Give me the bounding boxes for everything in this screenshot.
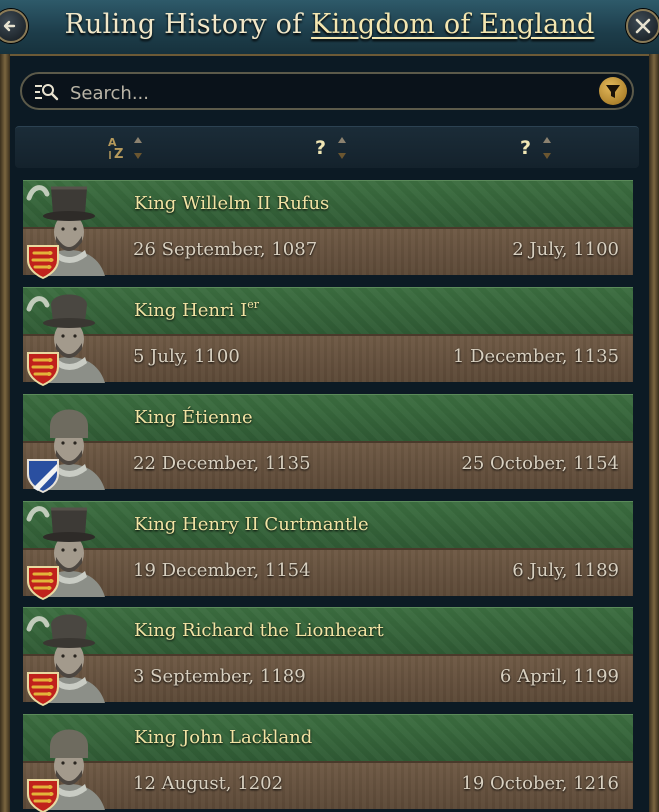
reign-end-date: 1 December, 1135 [452, 346, 619, 367]
ruler-row[interactable]: King Henry II Curtmantle 19 December, 115… [23, 501, 633, 601]
ruler-name[interactable]: King Henry II Curtmantle [134, 514, 369, 535]
end-column-label: ? [520, 137, 532, 159]
sort-by-start[interactable]: ? [315, 135, 355, 161]
reign-end-date: 19 October, 1216 [461, 773, 619, 794]
reign-start-date: 5 July, 1100 [133, 346, 240, 367]
ruler-name[interactable]: King Willelm II Rufus [134, 193, 329, 214]
ruler-name-suffix: er [247, 298, 259, 311]
ruler-row[interactable]: King Henri Ier 5 July, 1100 1 December, 11… [23, 287, 633, 387]
ruler-name[interactable]: King Henri Ier [134, 298, 259, 321]
window-frame-right [649, 54, 659, 812]
alpha-sort-icon: A Z [108, 136, 123, 161]
ruler-row[interactable]: King Willelm II Rufus 26 September, 1087 2… [23, 180, 633, 280]
sort-arrows-icon [542, 135, 552, 161]
ruler-row[interactable]: King Richard the Lionheart 3 September, 1… [23, 607, 633, 707]
coat-of-arms-icon [25, 564, 61, 602]
coat-of-arms-icon [25, 777, 61, 812]
svg-text:Z: Z [114, 147, 123, 161]
kingdom-link[interactable]: Kingdom of England [311, 9, 594, 40]
filter-funnel-icon [606, 85, 620, 98]
ruler-list: King Willelm II Rufus 26 September, 1087 2… [23, 180, 633, 812]
reign-start-date: 22 December, 1135 [133, 453, 311, 474]
reign-end-date: 6 April, 1199 [499, 666, 619, 687]
ruler-name[interactable]: King John Lackland [134, 727, 312, 748]
close-icon [635, 18, 651, 34]
coat-of-arms-icon [25, 670, 61, 708]
sort-bar: A Z ? ? [15, 126, 639, 168]
search-input[interactable] [68, 80, 592, 106]
window-title: Ruling History of Kingdom of England [0, 9, 659, 40]
title-prefix: Ruling History of [64, 9, 303, 40]
search-list-icon [35, 84, 59, 101]
search-bar [20, 72, 634, 110]
reign-start-date: 19 December, 1154 [133, 560, 311, 581]
sort-arrows-icon [133, 135, 143, 161]
sort-by-end[interactable]: ? [520, 135, 560, 161]
sort-arrows-icon [337, 135, 347, 161]
ruling-history-window: Ruling History of Kingdom of England A [0, 0, 659, 812]
reign-end-date: 2 July, 1100 [512, 239, 619, 260]
ruler-row[interactable]: King John Lackland 12 August, 1202 19 Octo… [23, 714, 633, 812]
ruler-name[interactable]: King Richard the Lionheart [134, 620, 384, 641]
coat-of-arms-icon [25, 457, 61, 495]
reign-end-date: 25 October, 1154 [461, 453, 619, 474]
sort-by-name[interactable]: A Z [107, 135, 147, 161]
filter-button[interactable] [599, 77, 627, 105]
reign-start-date: 3 September, 1189 [133, 666, 306, 687]
reign-end-date: 6 July, 1189 [512, 560, 619, 581]
window-frame-left [0, 54, 10, 812]
reign-start-date: 26 September, 1087 [133, 239, 318, 260]
coat-of-arms-icon [25, 350, 61, 388]
start-column-label: ? [315, 137, 327, 159]
window-header: Ruling History of Kingdom of England [0, 0, 659, 56]
ruler-name[interactable]: King Étienne [134, 407, 253, 428]
ruler-row[interactable]: King Étienne 22 December, 1135 25 October,… [23, 394, 633, 494]
reign-start-date: 12 August, 1202 [133, 773, 284, 794]
close-button[interactable] [626, 9, 659, 43]
coat-of-arms-icon [25, 243, 61, 281]
